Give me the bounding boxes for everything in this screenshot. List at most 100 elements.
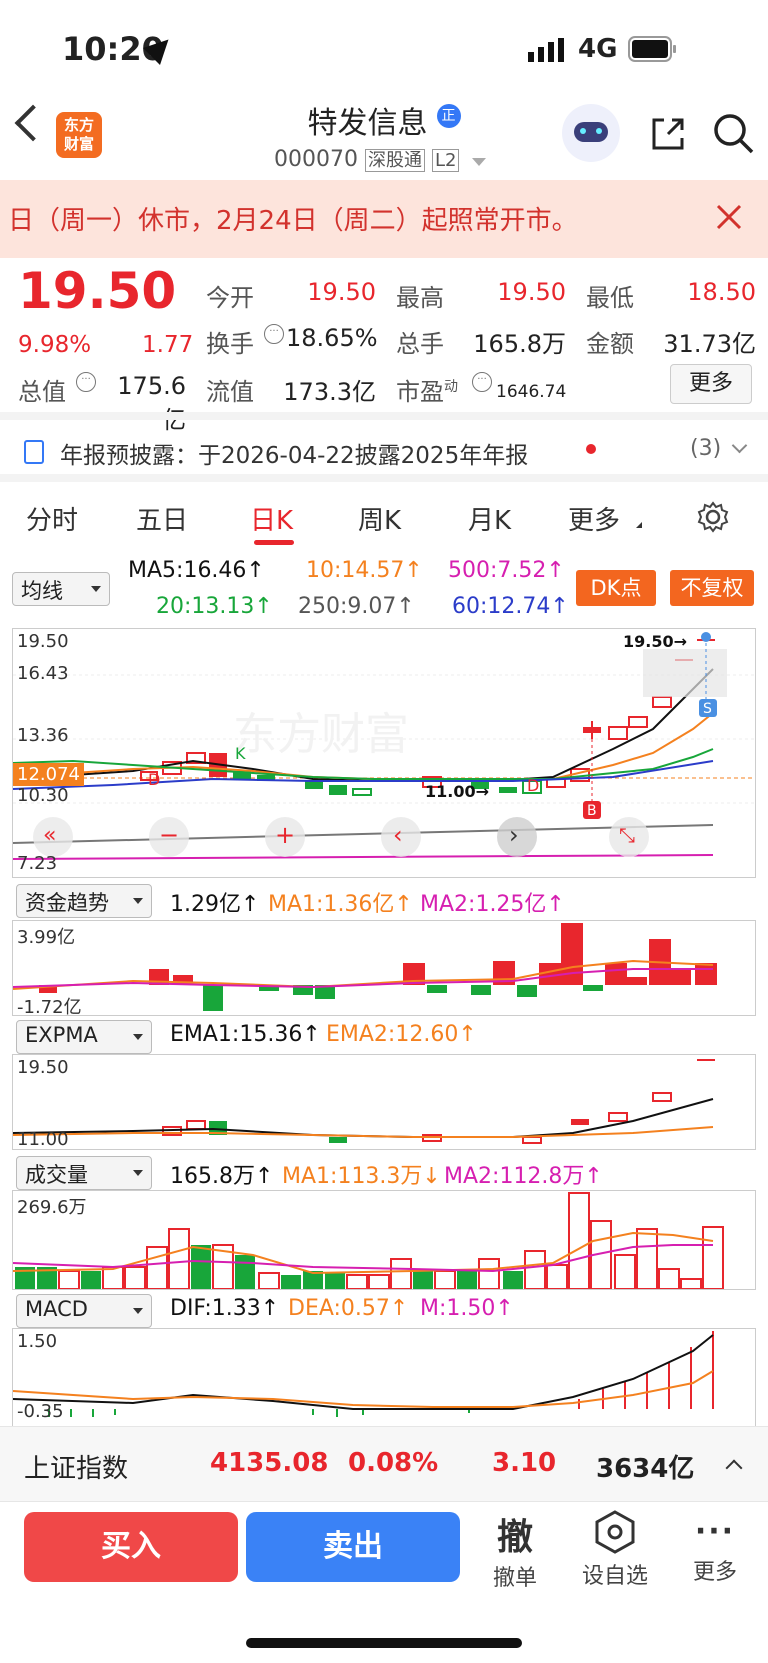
stock-code-row[interactable]: 000070 深股通 L2 [274, 146, 487, 172]
fund-bar [517, 985, 537, 997]
macd-chart[interactable]: 1.50 -0.35 [12, 1328, 756, 1426]
ma500-legend: 500:7.52↑ [448, 558, 565, 583]
cancel-order-button[interactable]: 撤 撤单 [480, 1508, 550, 1592]
volume-selector[interactable]: 成交量 [16, 1156, 152, 1190]
kline-chart[interactable]: 东方财富 D K D S B 19.50→ 11.00→ 19.50 16.43… [12, 628, 756, 878]
macd-selector[interactable]: MACD [16, 1294, 152, 1328]
tab-weekly-k[interactable]: 周K [358, 500, 401, 537]
pe-label: 市盈动 [396, 372, 458, 407]
ma-selector[interactable]: 均线 [12, 572, 110, 606]
home-indicator [246, 1638, 522, 1648]
fund-value: 1.29亿↑ [170, 892, 260, 917]
scroll-right-icon[interactable]: › [509, 821, 519, 849]
low-label: 最低 [586, 284, 634, 312]
fund-bar [627, 977, 647, 985]
candle [608, 726, 628, 740]
fund-selector[interactable]: 资金趋势 [16, 884, 152, 918]
zoom-out-icon[interactable]: − [159, 821, 179, 849]
expma-axis-bottom: 11.00 [17, 1129, 69, 1150]
last-price-tag: 19.50→ [623, 632, 687, 651]
tab-intraday[interactable]: 分时 [26, 500, 78, 537]
fund-bar [427, 985, 447, 993]
volume-axis-top: 269.6万 [17, 1197, 87, 1218]
market-notice-text: 日（周一）休市，2月24日（周二）起照常开市。 [8, 206, 578, 236]
sell-button[interactable]: 卖出 [246, 1512, 460, 1582]
macd-m-legend: M:1.50↑ [420, 1296, 514, 1321]
ma60-legend: 60:12.74↑ [452, 594, 569, 619]
marker-b: B [587, 803, 597, 819]
open-label: 今开 [206, 284, 254, 312]
volume-legend: 165.8万↑ [170, 1164, 274, 1189]
tag-shenguto: 深股通 [364, 149, 425, 172]
notice-count[interactable]: (3) [690, 436, 721, 461]
candle [628, 716, 648, 728]
cancel-label: 撤单 [492, 1566, 537, 1591]
caret-down-icon [133, 1170, 143, 1176]
tab-more[interactable]: 更多 [568, 500, 620, 537]
notice-text[interactable]: 年报预披露：于2026-04-22披露2025年年报 [60, 436, 528, 470]
share-icon[interactable] [648, 114, 688, 158]
volume-ma2-line [13, 1244, 713, 1273]
settings-gear-icon[interactable] [696, 500, 730, 538]
cancel-icon: 撤 [496, 1517, 533, 1558]
ma250-line [13, 824, 714, 844]
tab-monthly-k[interactable]: 月K [468, 500, 511, 537]
more-dots-icon: ··· [694, 1514, 736, 1549]
more-actions-button[interactable]: ··· 更多 [680, 1510, 750, 1586]
info-icon[interactable]: ··· [76, 372, 96, 392]
index-change: 3.10 [492, 1448, 557, 1478]
caret-down-icon [91, 586, 101, 592]
y-axis-3: 13.36 [17, 725, 69, 746]
more-quote-button[interactable]: 更多 [670, 364, 752, 404]
fund-bar [583, 985, 603, 991]
no-adjust-button[interactable]: 不复权 [670, 570, 754, 606]
y-axis-2: 16.43 [17, 663, 69, 684]
float-value: 173.3亿 [283, 378, 376, 406]
search-icon[interactable] [712, 112, 756, 160]
ma5-legend: MA5:16.46↑ [128, 558, 265, 583]
triangle-icon [636, 522, 642, 528]
ma250-legend: 250:9.07↑ [298, 594, 415, 619]
tag-l2: L2 [431, 149, 460, 172]
y-axis-current: 12.074 [13, 763, 84, 786]
amount-value: 31.73亿 [663, 330, 756, 358]
info-icon[interactable]: ··· [472, 372, 492, 392]
fund-bar [695, 963, 717, 985]
dk-point-button[interactable]: DK点 [576, 570, 656, 606]
add-watchlist-button[interactable]: 设自选 [570, 1510, 660, 1590]
info-icon[interactable]: ··· [264, 324, 284, 344]
volume-svg [13, 1192, 724, 1289]
scroll-left-icon[interactable]: ‹ [393, 821, 403, 849]
volume-chart[interactable]: 269.6万 [12, 1190, 756, 1290]
volume-value: 165.8万 [473, 330, 566, 358]
candle [583, 727, 601, 733]
ema1-legend: EMA1:15.36↑ [170, 1022, 321, 1047]
marker-d: D [148, 770, 160, 789]
fund-chart[interactable]: 3.99亿 -1.72亿 [12, 920, 756, 1016]
zoom-in-icon[interactable]: + [275, 821, 295, 849]
pe-sup: 动 [444, 379, 458, 395]
index-name: 上证指数 [24, 1454, 129, 1484]
volume-selector-label: 成交量 [25, 1163, 88, 1187]
high-label: 最高 [396, 284, 444, 312]
turnover-label: 换手 [206, 330, 254, 358]
watermark: 东方财富 [233, 709, 409, 760]
chevron-down-icon[interactable] [731, 437, 748, 454]
candle [352, 788, 372, 796]
macd-axis-bottom: -0.35 [17, 1401, 64, 1422]
buy-button[interactable]: 买入 [24, 1512, 238, 1582]
fund-svg [13, 923, 717, 1011]
dropdown-icon [472, 158, 487, 166]
float-label: 流值 [206, 378, 254, 406]
expma-selector[interactable]: EXPMA [16, 1020, 152, 1054]
tab-daily-k[interactable]: 日K [250, 500, 293, 537]
more-label: 更多 [692, 1560, 737, 1585]
close-icon[interactable] [716, 204, 742, 234]
tab-five-day[interactable]: 五日 [136, 500, 188, 537]
scroll-left-fast-icon[interactable]: « [43, 823, 56, 848]
robot-assistant-icon[interactable] [562, 104, 620, 162]
high-value: 19.50 [497, 278, 566, 306]
expma-chart[interactable]: 19.50 11.00 [12, 1054, 756, 1150]
marker-k: K [235, 744, 246, 763]
expand-icon[interactable]: ⤡ [619, 823, 635, 847]
